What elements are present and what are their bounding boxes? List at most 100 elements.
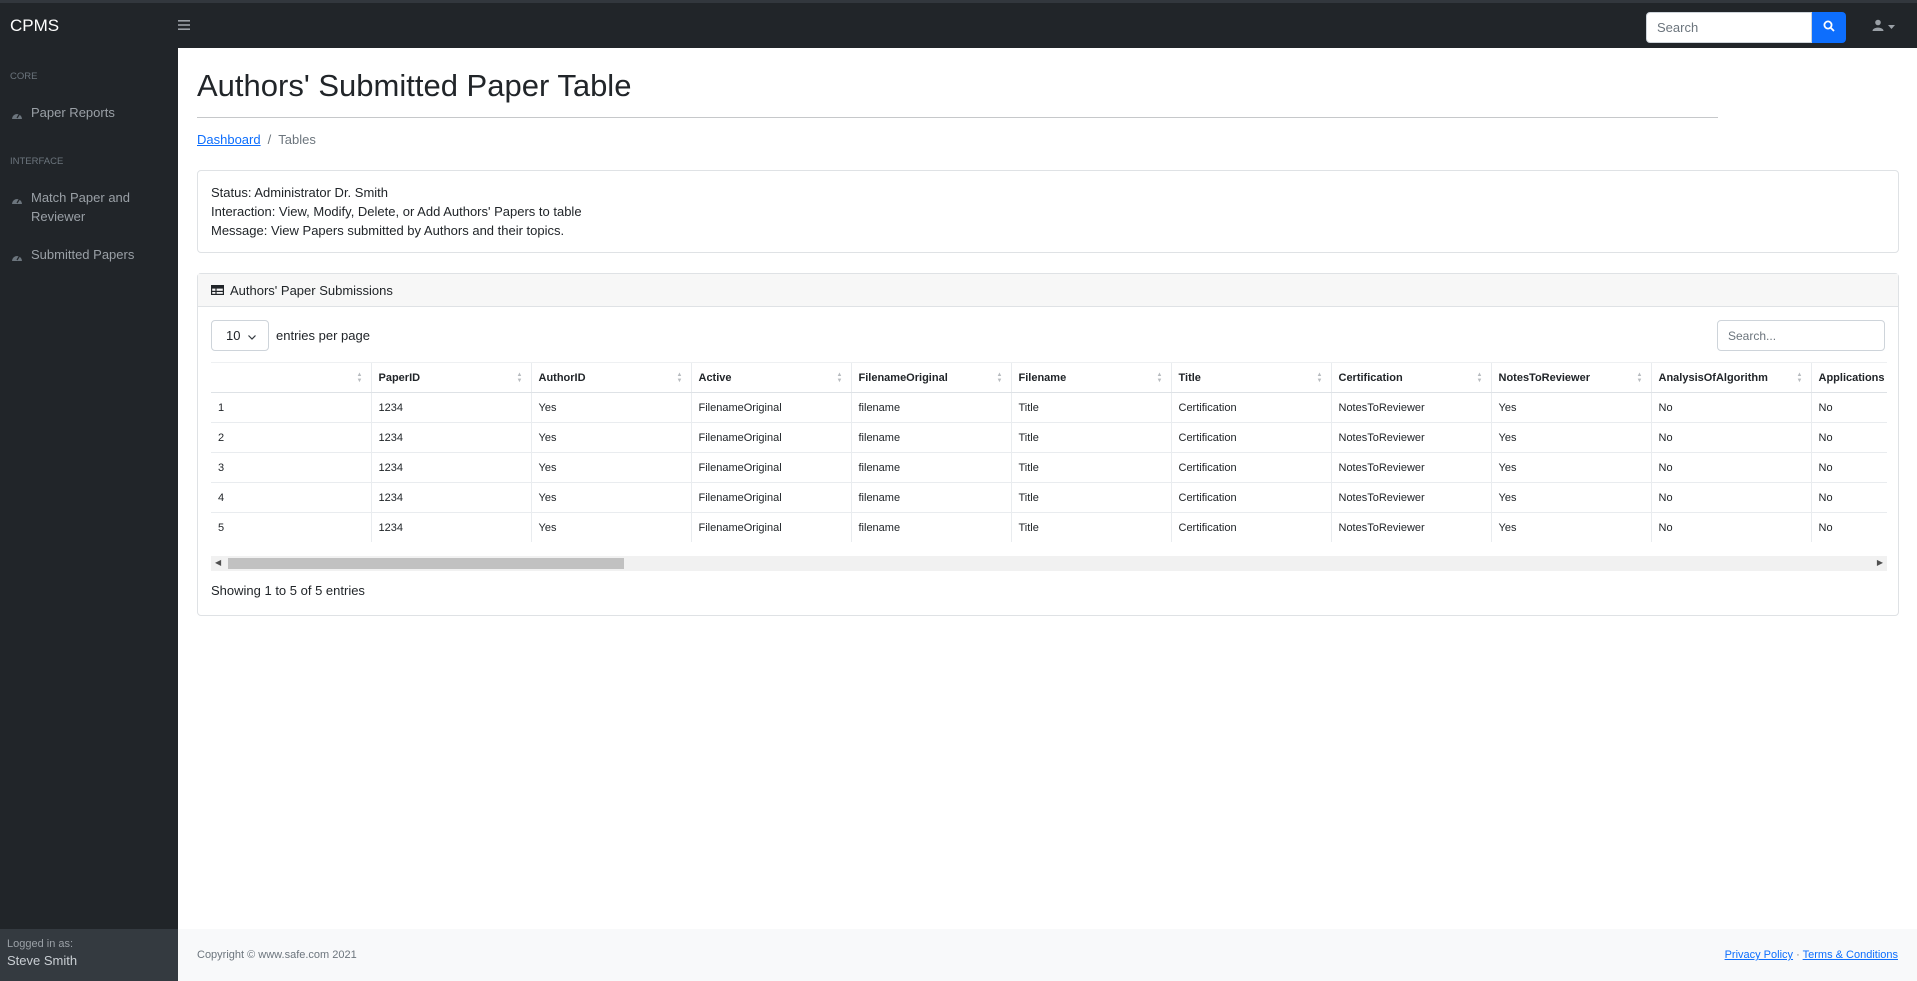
table-row: 1 1234 Yes FilenameOriginal filename Title Cer… xyxy=(211,392,1887,423)
scroll-left-arrow-icon[interactable]: ◀ xyxy=(215,558,221,567)
table-row: 2 1234 Yes FilenameOriginal filename Title Cer… xyxy=(211,422,1887,453)
column-header-filenameoriginal[interactable]: FilenameOriginal ▲ ▼ xyxy=(850,362,1011,393)
breadcrumb-current: Tables xyxy=(278,132,316,147)
table-cell: NotesToReviewer xyxy=(1330,512,1491,542)
scrollbar-thumb[interactable] xyxy=(228,558,624,569)
sidebar-heading-interface: Interface xyxy=(10,156,64,167)
privacy-policy-link[interactable]: Privacy Policy xyxy=(1725,949,1793,961)
table-cell: No xyxy=(1650,512,1811,542)
table-cell: Yes xyxy=(1490,512,1651,542)
sort-icon: ▲ ▼ xyxy=(836,372,843,384)
table-scroll-area: ▲ ▼ PaperID ▲ ▼ AuthorID ▲ ▼ Active ▲ ▼ Filenam… xyxy=(211,362,1887,542)
table-cell: FilenameOriginal xyxy=(690,512,851,542)
navbar-search-button[interactable] xyxy=(1812,12,1846,43)
table-cell: Yes xyxy=(530,452,691,483)
table-cell: FilenameOriginal xyxy=(690,392,851,423)
table-cell: Title xyxy=(1010,392,1171,423)
table-cell: Certification xyxy=(1170,512,1331,542)
sort-icon: ▲ ▼ xyxy=(1156,372,1163,384)
horizontal-scrollbar[interactable]: ◀ ▶ xyxy=(211,556,1887,571)
entries-per-page: 10 entries per page xyxy=(211,320,370,351)
brand-logo[interactable]: CPMS xyxy=(0,16,170,36)
tachometer-icon xyxy=(11,245,31,267)
column-header-applications[interactable]: Applications xyxy=(1810,362,1887,393)
table-cell: 1 xyxy=(211,392,371,423)
card-header: Authors' Paper Submissions xyxy=(198,274,1898,307)
table-cell: 5 xyxy=(211,512,371,542)
table-row: 4 1234 Yes FilenameOriginal filename Title Cer… xyxy=(211,482,1887,513)
sidebar-item-paper-reports[interactable]: Paper Reports xyxy=(0,103,178,125)
column-header-notestoreviewer[interactable]: NotesToReviewer ▲ ▼ xyxy=(1490,362,1651,393)
chevron-down-icon xyxy=(248,328,256,343)
search-icon xyxy=(1823,20,1835,35)
table-search-input[interactable] xyxy=(1717,320,1885,351)
table-cell: filename xyxy=(850,392,1011,423)
column-header-index[interactable]: ▲ ▼ xyxy=(211,362,371,393)
sort-icon: ▲ ▼ xyxy=(1636,372,1643,384)
table-cell: No xyxy=(1810,452,1887,483)
table-row: 5 1234 Yes FilenameOriginal filename Title Cer… xyxy=(211,512,1887,542)
table-cell: No xyxy=(1810,482,1887,513)
column-header-certification[interactable]: Certification ▲ ▼ xyxy=(1330,362,1491,393)
table-cell: filename xyxy=(850,422,1011,453)
sidebar-item-label: Match Paper and Reviewer xyxy=(31,190,131,224)
footer-separator: · xyxy=(1796,949,1800,961)
column-header-title[interactable]: Title ▲ ▼ xyxy=(1170,362,1331,393)
sort-icon: ▲ ▼ xyxy=(1796,372,1803,384)
column-header-filename[interactable]: Filename ▲ ▼ xyxy=(1010,362,1171,393)
sidebar-item-label: Paper Reports xyxy=(31,105,115,120)
column-header-analysisofalgorithm[interactable]: AnalysisOfAlgorithm ▲ ▼ xyxy=(1650,362,1811,393)
scroll-right-arrow-icon[interactable]: ▶ xyxy=(1877,558,1883,567)
table-cell: Yes xyxy=(1490,392,1651,423)
user-dropdown[interactable] xyxy=(1872,19,1895,34)
interaction-text: Interaction: View, Modify, Delete, or Ad… xyxy=(211,204,582,219)
table-cell: Title xyxy=(1010,512,1171,542)
table-cell: No xyxy=(1650,482,1811,513)
submissions-table: ▲ ▼ PaperID ▲ ▼ AuthorID ▲ ▼ Active ▲ ▼ Filenam… xyxy=(211,362,1887,542)
table-cell: Yes xyxy=(530,482,691,513)
entries-select-value: 10 xyxy=(226,328,241,343)
status-text: Status: Administrator Dr. Smith xyxy=(211,185,389,200)
sidebar-heading-core: Core xyxy=(10,71,38,82)
table-cell: 2 xyxy=(211,422,371,453)
terms-link[interactable]: Terms & Conditions xyxy=(1803,949,1898,961)
table-cell: Yes xyxy=(530,392,691,423)
breadcrumb-dashboard-link[interactable]: Dashboard xyxy=(197,132,261,147)
sort-icon: ▲ ▼ xyxy=(356,372,363,384)
copyright-text: Copyright © www.safe.com 2021 xyxy=(197,949,357,961)
table-cell: No xyxy=(1810,512,1887,542)
sidebar-toggle-icon[interactable] xyxy=(178,17,190,35)
sidebar-item-submitted-papers[interactable]: Submitted Papers xyxy=(0,245,178,267)
table-cell: FilenameOriginal xyxy=(690,422,851,453)
tachometer-icon xyxy=(11,103,31,125)
table-cell: Certification xyxy=(1170,422,1331,453)
submissions-card: Authors' Paper Submissions 10 entries pe… xyxy=(197,273,1899,616)
table-cell: Title xyxy=(1010,482,1171,513)
table-cell: Certification xyxy=(1170,392,1331,423)
logged-in-user: Steve Smith xyxy=(7,953,78,968)
sidebar: Core Paper Reports Interface Match Paper… xyxy=(0,48,178,981)
table-cell: FilenameOriginal xyxy=(690,482,851,513)
table-cell: NotesToReviewer xyxy=(1330,452,1491,483)
column-header-authorid[interactable]: AuthorID ▲ ▼ xyxy=(530,362,691,393)
title-divider xyxy=(197,117,1718,118)
column-header-active[interactable]: Active ▲ ▼ xyxy=(690,362,851,393)
entries-select[interactable]: 10 xyxy=(211,320,269,351)
table-cell: filename xyxy=(850,512,1011,542)
top-navbar: CPMS xyxy=(0,0,1917,48)
entries-label: entries per page xyxy=(276,328,370,343)
sidebar-item-label: Submitted Papers xyxy=(31,247,135,262)
sidebar-item-match-paper[interactable]: Match Paper and Reviewer xyxy=(0,188,178,226)
navbar-search-input[interactable] xyxy=(1646,12,1812,43)
breadcrumb-separator: / xyxy=(267,132,272,147)
page-footer: Copyright © www.safe.com 2021 Privacy Po… xyxy=(178,929,1917,981)
card-header-title: Authors' Paper Submissions xyxy=(230,282,393,298)
table-cell: 1234 xyxy=(370,422,531,453)
table-cell: Title xyxy=(1010,452,1171,483)
column-header-paperid[interactable]: PaperID ▲ ▼ xyxy=(370,362,531,393)
table-cell: No xyxy=(1810,422,1887,453)
footer-links: Privacy Policy · Terms & Conditions xyxy=(1725,949,1898,961)
page-title: Authors' Submitted Paper Table xyxy=(197,68,632,103)
table-cell: 4 xyxy=(211,482,371,513)
table-cell: NotesToReviewer xyxy=(1330,422,1491,453)
